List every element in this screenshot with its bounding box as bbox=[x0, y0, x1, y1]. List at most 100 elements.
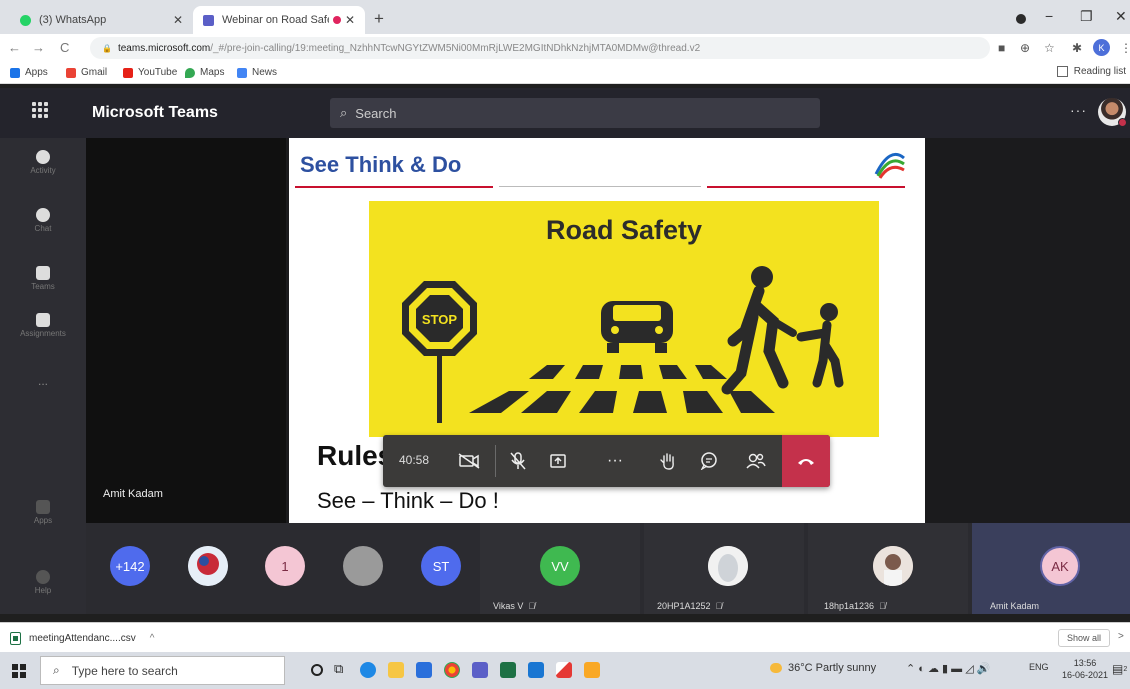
slide-title: See Think & Do bbox=[300, 152, 462, 177]
address-input[interactable]: 🔒 teams.microsoft.com /_#/pre-join-calli… bbox=[90, 37, 990, 59]
close-download-bar-icon[interactable]: > bbox=[1118, 631, 1124, 642]
menu-icon[interactable]: ⋮ bbox=[1120, 41, 1130, 55]
chevron-up-icon[interactable]: ^ bbox=[150, 633, 155, 644]
windows-start-icon[interactable] bbox=[12, 664, 26, 678]
download-bar: meetingAttendanc....csv ^ Show all > bbox=[0, 622, 1130, 652]
participant-name: Vikas V 🎙̸ bbox=[493, 601, 535, 611]
language-indicator[interactable]: ENG bbox=[1029, 662, 1049, 672]
presenter-video-tile[interactable] bbox=[86, 138, 286, 523]
camera-icon[interactable]: ■ bbox=[998, 41, 1005, 55]
participant-avatar[interactable] bbox=[343, 546, 383, 586]
profile-avatar[interactable]: K bbox=[1093, 39, 1110, 56]
media-indicator-icon[interactable] bbox=[1016, 14, 1026, 24]
close-window-button[interactable]: ✕ bbox=[1115, 8, 1127, 25]
reading-list-button[interactable]: Reading list bbox=[1056, 66, 1126, 77]
rail-label: Apps bbox=[33, 516, 53, 525]
more-actions-icon[interactable]: ··· bbox=[597, 435, 633, 487]
participants-icon bbox=[746, 453, 766, 469]
rail-item-apps[interactable]: Apps bbox=[0, 500, 86, 525]
clock-date: 16-06-2021 bbox=[1062, 670, 1109, 680]
teams-icon bbox=[203, 14, 214, 26]
mic-off-button[interactable] bbox=[500, 435, 536, 487]
chrome-icon[interactable] bbox=[444, 662, 460, 678]
weather-widget[interactable]: 36°C Partly sunny bbox=[770, 662, 876, 674]
show-all-button[interactable]: Show all bbox=[1058, 629, 1110, 647]
bookmark-star-icon[interactable]: ☆ bbox=[1044, 41, 1055, 55]
maps-pin-icon bbox=[185, 67, 195, 78]
overflow-participants-button[interactable]: +142 bbox=[110, 546, 150, 586]
app-launcher-icon[interactable] bbox=[32, 102, 48, 118]
participant-name: 20HP1A1252 🎙̸ bbox=[657, 601, 722, 611]
rail-item-more[interactable]: ... bbox=[0, 374, 86, 388]
participant-avatar[interactable]: ST bbox=[421, 546, 461, 586]
system-tray-icons[interactable]: ⌃ ◐ ☁ ▮ ▬ ◿ 🔊 bbox=[906, 662, 990, 675]
tab-whatsapp[interactable]: (3) WhatsApp ✕ bbox=[10, 6, 193, 34]
teams-taskbar-icon[interactable] bbox=[472, 662, 488, 678]
slide-divider bbox=[707, 186, 905, 188]
outlook-icon[interactable] bbox=[528, 662, 544, 678]
rail-item-help[interactable]: Help bbox=[0, 570, 86, 595]
whatsapp-icon bbox=[20, 14, 31, 26]
bookmark-label: Apps bbox=[25, 67, 48, 78]
camera-off-button[interactable] bbox=[451, 435, 487, 487]
rail-label: Activity bbox=[30, 166, 56, 175]
sticky-notes-icon[interactable] bbox=[584, 662, 600, 678]
close-icon[interactable]: ✕ bbox=[173, 13, 183, 27]
slide-divider bbox=[499, 186, 701, 187]
recording-icon bbox=[332, 16, 341, 24]
mic-muted-icon: 🎙̸ bbox=[528, 601, 536, 611]
edge-icon[interactable] bbox=[360, 662, 376, 678]
minimize-button[interactable]: − bbox=[1045, 8, 1053, 24]
cortana-icon[interactable] bbox=[311, 664, 323, 676]
zoom-icon[interactable]: ⊕ bbox=[1020, 41, 1030, 55]
restore-button[interactable]: ❐ bbox=[1080, 8, 1093, 25]
taskbar-search-placeholder: Type here to search bbox=[71, 663, 178, 678]
rail-item-activity[interactable]: Activity bbox=[0, 150, 86, 175]
share-screen-button[interactable] bbox=[540, 435, 576, 487]
apps-grid-icon bbox=[10, 67, 20, 78]
task-view-icon[interactable]: ⧉ bbox=[334, 661, 350, 677]
participants-button[interactable] bbox=[738, 435, 774, 487]
more-options-icon[interactable]: ··· bbox=[1070, 102, 1087, 118]
url-host: teams.microsoft.com bbox=[117, 42, 211, 54]
road-safety-illustration: Road Safety STOP bbox=[369, 201, 879, 437]
new-tab-button[interactable]: + bbox=[374, 9, 384, 29]
bookmark-gmail[interactable]: Gmail bbox=[66, 67, 107, 78]
excel-icon[interactable] bbox=[500, 662, 516, 678]
rail-item-teams[interactable]: Teams bbox=[0, 266, 86, 291]
reload-button[interactable]: C bbox=[60, 40, 69, 55]
participant-avatar[interactable]: 1 bbox=[265, 546, 305, 586]
rail-item-chat[interactable]: Chat bbox=[0, 208, 86, 233]
file-explorer-icon[interactable] bbox=[388, 662, 404, 678]
store-icon[interactable] bbox=[416, 662, 432, 678]
search-input[interactable]: ⌕ Search bbox=[330, 98, 820, 128]
bookmark-label: Maps bbox=[200, 67, 225, 78]
close-icon[interactable]: ✕ bbox=[345, 13, 355, 27]
download-item[interactable]: meetingAttendanc....csv ^ bbox=[10, 632, 154, 645]
raise-hand-button[interactable] bbox=[650, 435, 686, 487]
back-button[interactable]: ← bbox=[8, 40, 21, 55]
rail-label: Assignments bbox=[20, 329, 66, 338]
chat-button[interactable] bbox=[691, 435, 727, 487]
profile-photo-icon bbox=[873, 546, 913, 586]
bookmark-apps[interactable]: Apps bbox=[10, 67, 48, 78]
bookmark-news[interactable]: News bbox=[237, 67, 277, 78]
bookmark-label: YouTube bbox=[138, 67, 178, 78]
participant-name-text: 18hp1a1236 bbox=[824, 601, 875, 611]
tab-webinar[interactable]: Webinar on Road Safety Aw ✕ bbox=[193, 6, 365, 34]
checkmark-app-icon[interactable] bbox=[556, 662, 572, 678]
weather-text: 36°C Partly sunny bbox=[788, 662, 877, 674]
hang-up-button[interactable] bbox=[782, 435, 830, 487]
taskbar-search-input[interactable]: ⌕ Type here to search bbox=[40, 656, 285, 685]
search-icon: ⌕ bbox=[340, 105, 348, 120]
taskbar-clock[interactable]: 13:56 16-06-2021 bbox=[1062, 657, 1108, 681]
self-avatar: AK bbox=[1040, 546, 1080, 586]
participant-avatar[interactable] bbox=[188, 546, 228, 586]
notification-center-icon[interactable]: ▤ 2 bbox=[1112, 662, 1127, 676]
extensions-icon[interactable]: ✱ bbox=[1072, 41, 1082, 55]
bookmark-maps[interactable]: Maps bbox=[185, 67, 224, 78]
bookmark-youtube[interactable]: YouTube bbox=[123, 67, 177, 78]
forward-button[interactable]: → bbox=[32, 40, 45, 55]
rail-item-assignments[interactable]: Assignments bbox=[0, 313, 86, 338]
url-path: /_#/pre-join-calling/19:meeting_NzhhNTcw… bbox=[210, 42, 701, 54]
